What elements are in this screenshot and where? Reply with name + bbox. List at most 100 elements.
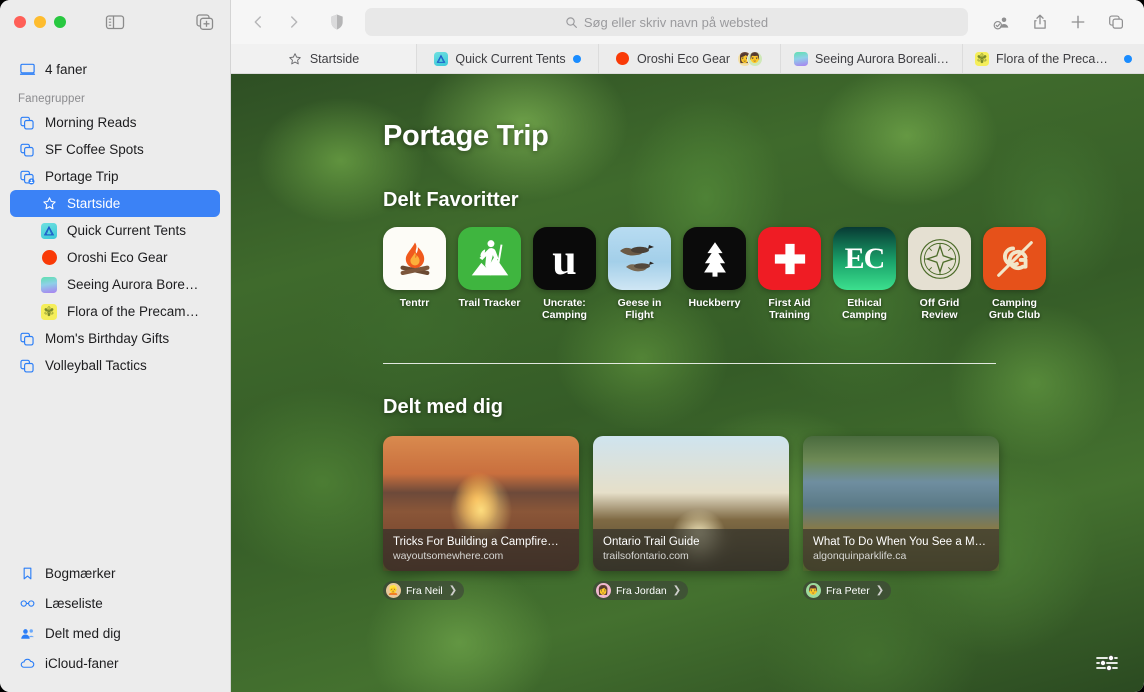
start-page: Portage Trip Delt Favoritter Tentrr Trai… [231, 74, 1144, 692]
star-icon [40, 195, 58, 213]
tab-group-icon [18, 330, 36, 348]
tab-seeing-aurora[interactable]: Seeing Aurora Boreali… [781, 44, 963, 73]
screen-icon [18, 61, 36, 79]
tab-overview-icon[interactable] [1102, 9, 1130, 35]
sidebar-item-sf-coffee-spots[interactable]: SF Coffee Spots [10, 136, 220, 163]
sidebar-item-reading-list[interactable]: Læseliste [10, 588, 220, 618]
shared-with-you-heading: Delt med dig [383, 396, 504, 418]
card-from-row[interactable]: 👱 Fra Neil ❯ [383, 581, 465, 600]
new-tab-icon[interactable] [1064, 9, 1092, 35]
shared-card[interactable]: Tricks For Building a Campfire—F… wayout… [383, 436, 579, 571]
back-button[interactable] [245, 9, 271, 35]
tab-group-icon [18, 357, 36, 375]
favorite-item[interactable]: First Aid Training [758, 227, 821, 321]
sidebar-item-shared-with-you[interactable]: Delt med dig [10, 618, 220, 648]
card-meta: Tricks For Building a Campfire—F… wayout… [383, 529, 579, 571]
close-button[interactable] [14, 16, 26, 28]
sidebar-item-portage-trip[interactable]: Portage Trip [10, 163, 220, 190]
sidebar-item-oroshi-eco-gear[interactable]: Oroshi Eco Gear [10, 244, 220, 271]
sidebar-item-icloud-tabs[interactable]: iCloud-faner [10, 648, 220, 678]
tab-flora-precambrian[interactable]: Flora of the Precambi… [963, 44, 1144, 73]
favorite-item[interactable]: Trail Tracker [458, 227, 521, 321]
tab-group-icon [18, 141, 36, 159]
tab-title: Startside [309, 51, 360, 66]
favicon-tents [40, 222, 58, 240]
sidebar-item-moms-birthday-gifts[interactable]: Mom's Birthday Gifts [10, 325, 220, 352]
card-url: trailsofontario.com [603, 550, 689, 562]
chevron-right-icon: ❯ [448, 585, 458, 596]
sidebar-item-seeing-aurora[interactable]: Seeing Aurora Bore… [10, 271, 220, 298]
sidebar-item-label: Mom's Birthday Gifts [45, 331, 170, 346]
favorite-item[interactable]: Tentrr [383, 227, 446, 321]
sidebar-item-label: iCloud-faner [45, 655, 119, 671]
sidebar-toggle-icon[interactable] [104, 12, 126, 32]
favorite-label: Tentrr [399, 297, 430, 309]
shared-card[interactable]: What To Do When You See a Moo… algonquin… [803, 436, 999, 571]
sidebar-scroll: 4 faner Fanegrupper Morning Reads SF Cof… [0, 44, 230, 558]
card-meta: Ontario Trail Guide trailsofontario.com [593, 529, 789, 571]
shared-with-you-icon [18, 624, 36, 642]
card-url: wayoutsomewhere.com [393, 550, 504, 562]
pine-tree-icon [683, 227, 746, 290]
main-area: Søg eller skriv navn på websted Startsid… [231, 0, 1144, 692]
privacy-shield-icon[interactable] [329, 13, 345, 31]
sidebar-item-morning-reads[interactable]: Morning Reads [10, 109, 220, 136]
shared-card-wrapper: Tricks For Building a Campfire—F… wayout… [383, 436, 579, 600]
minimize-button[interactable] [34, 16, 46, 28]
card-title: What To Do When You See a Moo… [813, 536, 989, 548]
star-icon [288, 52, 302, 66]
favorite-item[interactable]: Geese in Flight [608, 227, 671, 321]
favorite-label: Off Grid Review [919, 297, 960, 321]
favorite-item[interactable]: Camping Grub Club [983, 227, 1046, 321]
card-from-row[interactable]: 👨 Fra Peter ❯ [803, 581, 892, 600]
safari-window: 4 faner Fanegrupper Morning Reads SF Cof… [0, 0, 1144, 692]
compass-icon [908, 227, 971, 290]
letters-cg-icon [983, 227, 1046, 290]
unread-indicator [572, 54, 581, 63]
sidebar-item-label: Startside [67, 196, 121, 211]
tab-bar: Startside Quick Current Tents Oroshi Eco… [231, 44, 1144, 74]
sidebar-item-volleyball-tactics[interactable]: Volleyball Tactics [10, 352, 220, 379]
sidebar: 4 faner Fanegrupper Morning Reads SF Cof… [0, 0, 231, 692]
favorite-item[interactable]: Off Grid Review [908, 227, 971, 321]
share-participants-icon[interactable] [988, 9, 1016, 35]
sidebar-item-flora-precambrian[interactable]: Flora of the Precam… [10, 298, 220, 325]
sidebar-item-label: Læseliste [45, 595, 103, 611]
sidebar-item-quick-current-tents[interactable]: Quick Current Tents [10, 217, 220, 244]
tab-group-icon [18, 114, 36, 132]
tab-oroshi-eco-gear[interactable]: Oroshi Eco Gear 👩 👨 [599, 44, 781, 73]
address-search-field[interactable]: Søg eller skriv navn på websted [365, 8, 968, 36]
shared-card-wrapper: What To Do When You See a Moo… algonquin… [803, 436, 999, 600]
favorite-item[interactable]: u Uncrate: Camping [533, 227, 596, 321]
share-icon[interactable] [1026, 9, 1054, 35]
unread-indicator [1124, 54, 1132, 63]
sidebar-tabs-summary-label: 4 faner [45, 62, 88, 77]
forward-button[interactable] [281, 9, 307, 35]
tab-quick-current-tents[interactable]: Quick Current Tents [417, 44, 599, 73]
glasses-icon [18, 594, 36, 612]
customize-start-page-button[interactable] [1090, 652, 1124, 678]
favorite-label: Ethical Camping [842, 297, 887, 321]
favicon-oroshi [616, 52, 630, 66]
tab-title: Seeing Aurora Boreali… [814, 51, 950, 66]
search-icon [565, 16, 578, 29]
zoom-button[interactable] [54, 16, 66, 28]
new-tab-group-icon[interactable] [194, 12, 216, 32]
favicon-flora [40, 303, 58, 321]
avatar: 👨 [806, 583, 821, 598]
favorite-item[interactable]: Huckberry [683, 227, 746, 321]
sidebar-item-label: Quick Current Tents [67, 223, 187, 238]
favicon-flora [975, 51, 989, 66]
sidebar-item-tabs-summary[interactable]: 4 faner [10, 56, 220, 83]
hiker-icon [458, 227, 521, 290]
campfire-icon [383, 227, 446, 290]
favorite-item[interactable]: EC Ethical Camping [833, 227, 896, 321]
card-from-row[interactable]: 👩 Fra Jordan ❯ [593, 581, 689, 600]
shared-tab-group-icon [18, 168, 36, 186]
tab-startside[interactable]: Startside [231, 44, 417, 73]
sidebar-bottom-section: Bogmærker Læseliste Delt med dig iCloud-… [0, 558, 230, 692]
sidebar-item-bookmarks[interactable]: Bogmærker [10, 558, 220, 588]
sidebar-item-startside[interactable]: Startside [10, 190, 220, 217]
chevron-right-icon: ❯ [875, 585, 885, 596]
shared-card[interactable]: Ontario Trail Guide trailsofontario.com [593, 436, 789, 571]
